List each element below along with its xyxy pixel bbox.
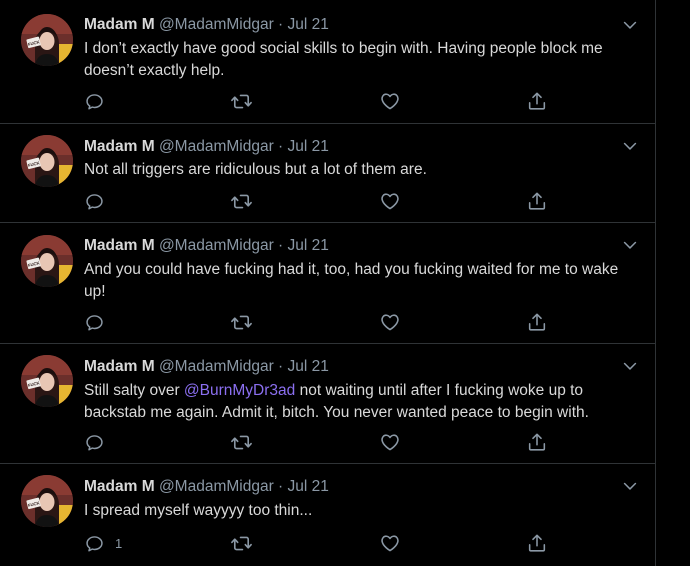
tweet-header: Madam M @MadamMidgar · Jul 21 — [84, 137, 329, 157]
avatar[interactable] — [21, 235, 73, 287]
reply-icon — [84, 533, 105, 554]
avatar-image — [21, 235, 73, 287]
tweet-text: Still salty over @BurnMyDr3ad not waitin… — [84, 380, 644, 424]
heart-icon — [379, 431, 401, 453]
tweet-text: Not all triggers are ridiculous but a lo… — [84, 161, 427, 178]
separator: · — [278, 138, 284, 155]
reply-icon — [84, 312, 105, 333]
share-button[interactable] — [526, 90, 548, 112]
like-button[interactable] — [379, 90, 401, 112]
reply-button[interactable] — [84, 190, 115, 212]
avatar[interactable] — [21, 135, 73, 187]
timeline: Madam M @MadamMidgar · Jul 21 I don’t ex… — [0, 0, 656, 566]
heart-icon — [379, 532, 401, 554]
chevron-down-icon[interactable] — [620, 136, 640, 156]
reply-button[interactable] — [84, 311, 115, 333]
retweet-icon — [230, 311, 253, 334]
tweet-header: Madam M @MadamMidgar · Jul 21 — [84, 477, 329, 497]
reply-button[interactable] — [84, 90, 115, 112]
handle[interactable]: @MadamMidgar — [159, 358, 274, 375]
display-name[interactable]: Madam M — [84, 138, 155, 155]
tweet-header: Madam M @MadamMidgar · Jul 21 — [84, 236, 329, 256]
heart-icon — [379, 90, 401, 112]
separator: · — [278, 237, 284, 254]
share-button[interactable] — [526, 532, 548, 554]
retweet-button[interactable] — [230, 190, 253, 212]
like-button[interactable] — [379, 190, 401, 212]
retweet-icon — [230, 431, 253, 454]
avatar-image — [21, 14, 73, 66]
avatar-image — [21, 475, 73, 527]
timestamp[interactable]: Jul 21 — [288, 16, 329, 33]
retweet-button[interactable] — [230, 532, 253, 554]
chevron-down-icon[interactable] — [620, 15, 640, 35]
tweet-text: I don’t exactly have good social skills … — [84, 40, 603, 79]
timestamp[interactable]: Jul 21 — [288, 478, 329, 495]
timestamp[interactable]: Jul 21 — [288, 358, 329, 375]
like-button[interactable] — [379, 431, 401, 453]
share-icon — [526, 431, 548, 453]
avatar-image — [21, 355, 73, 407]
share-icon — [526, 190, 548, 212]
display-name[interactable]: Madam M — [84, 358, 155, 375]
handle[interactable]: @MadamMidgar — [159, 138, 274, 155]
reply-icon — [84, 91, 105, 112]
retweet-icon — [230, 190, 253, 213]
tweet[interactable]: Madam M @MadamMidgar · Jul 21 And you co… — [0, 223, 655, 344]
heart-icon — [379, 190, 401, 212]
reply-button[interactable]: 1 — [84, 532, 122, 554]
avatar[interactable] — [21, 475, 73, 527]
handle[interactable]: @MadamMidgar — [159, 16, 274, 33]
tweet[interactable]: Madam M @MadamMidgar · Jul 21 I spread m… — [0, 464, 655, 566]
separator: · — [278, 16, 284, 33]
share-icon — [526, 532, 548, 554]
share-icon — [526, 311, 548, 333]
retweet-button[interactable] — [230, 431, 253, 453]
tweet[interactable]: Madam M @MadamMidgar · Jul 21 Not all tr… — [0, 124, 655, 223]
chevron-down-icon[interactable] — [620, 356, 640, 376]
display-name[interactable]: Madam M — [84, 237, 155, 254]
tweet-text: And you could have fucking had it, too, … — [84, 261, 619, 300]
handle[interactable]: @MadamMidgar — [159, 478, 274, 495]
reply-icon — [84, 432, 105, 453]
timestamp[interactable]: Jul 21 — [288, 237, 329, 254]
retweet-button[interactable] — [230, 90, 253, 112]
tweet[interactable]: Madam M @MadamMidgar · Jul 21 I don’t ex… — [0, 0, 655, 124]
avatar-image — [21, 135, 73, 187]
chevron-down-icon[interactable] — [620, 235, 640, 255]
tweet-text: I spread myself wayyyy too thin... — [84, 502, 313, 519]
separator: · — [278, 358, 284, 375]
retweet-icon — [230, 90, 253, 113]
chevron-down-icon[interactable] — [620, 476, 640, 496]
like-button[interactable] — [379, 311, 401, 333]
handle[interactable]: @MadamMidgar — [159, 237, 274, 254]
share-button[interactable] — [526, 311, 548, 333]
timestamp[interactable]: Jul 21 — [288, 138, 329, 155]
display-name[interactable]: Madam M — [84, 16, 155, 33]
mention-link[interactable]: @BurnMyDr3ad — [184, 382, 295, 399]
share-button[interactable] — [526, 431, 548, 453]
heart-icon — [379, 311, 401, 333]
retweet-button[interactable] — [230, 311, 253, 333]
reply-count: 1 — [115, 535, 123, 551]
tweet-text-part: Still salty over — [84, 382, 184, 399]
share-button[interactable] — [526, 190, 548, 212]
separator: · — [278, 478, 284, 495]
avatar[interactable] — [21, 14, 73, 66]
display-name[interactable]: Madam M — [84, 478, 155, 495]
reply-button[interactable] — [84, 431, 115, 453]
like-button[interactable] — [379, 532, 401, 554]
tweet[interactable]: Madam M @MadamMidgar · Jul 21 Still salt… — [0, 344, 655, 464]
tweet-header: Madam M @MadamMidgar · Jul 21 — [84, 15, 329, 35]
share-icon — [526, 90, 548, 112]
tweet-header: Madam M @MadamMidgar · Jul 21 — [84, 357, 329, 377]
retweet-icon — [230, 532, 253, 555]
reply-icon — [84, 191, 105, 212]
avatar[interactable] — [21, 355, 73, 407]
